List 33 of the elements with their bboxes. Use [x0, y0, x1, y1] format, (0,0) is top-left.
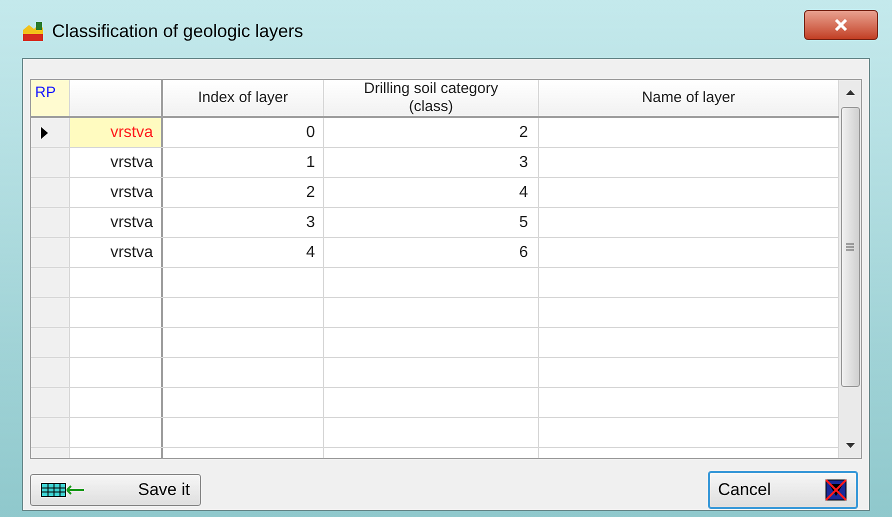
scroll-down-icon[interactable]: [846, 443, 854, 448]
row-header[interactable]: [31, 118, 70, 147]
layer-name-cell: vrstva: [70, 148, 163, 177]
column-header[interactable]: Drilling soil category (class): [364, 80, 498, 116]
cancel-button[interactable]: Cancel: [708, 471, 858, 509]
app-logo-icon: [22, 20, 44, 42]
table-cell: 3: [163, 208, 324, 237]
table-cell: 4: [324, 178, 539, 207]
table-cell: 2: [163, 178, 324, 207]
close-button[interactable]: [804, 10, 878, 40]
grip-icon: [846, 242, 854, 252]
table-cell: 0: [163, 118, 324, 147]
table-cell: 3: [324, 148, 539, 177]
table-cell: 1: [163, 148, 324, 177]
table-cell: 4: [163, 238, 324, 267]
layer-name-cell: vrstva: [70, 208, 163, 237]
scroll-thumb[interactable]: [840, 107, 860, 387]
layer-name-cell: vrstva: [70, 118, 163, 147]
table-cell: 5: [324, 208, 539, 237]
save-button[interactable]: Save it: [30, 474, 201, 506]
layer-name-cell: vrstva: [70, 178, 163, 207]
cancel-icon: [824, 478, 848, 502]
column-header[interactable]: Name of layer: [642, 89, 736, 107]
window-title: Classification of geologic layers: [52, 20, 304, 42]
layer-name-cell: vrstva: [70, 238, 163, 267]
table-cell: 2: [324, 118, 539, 147]
table-cell: 6: [324, 238, 539, 267]
column-header[interactable]: Index of layer: [198, 89, 288, 107]
corner-cell: RP: [31, 80, 70, 116]
close-icon: [834, 19, 848, 31]
scrollbar[interactable]: [839, 80, 861, 458]
scroll-up-icon[interactable]: [846, 90, 854, 95]
table-arrow-icon: [41, 483, 85, 497]
